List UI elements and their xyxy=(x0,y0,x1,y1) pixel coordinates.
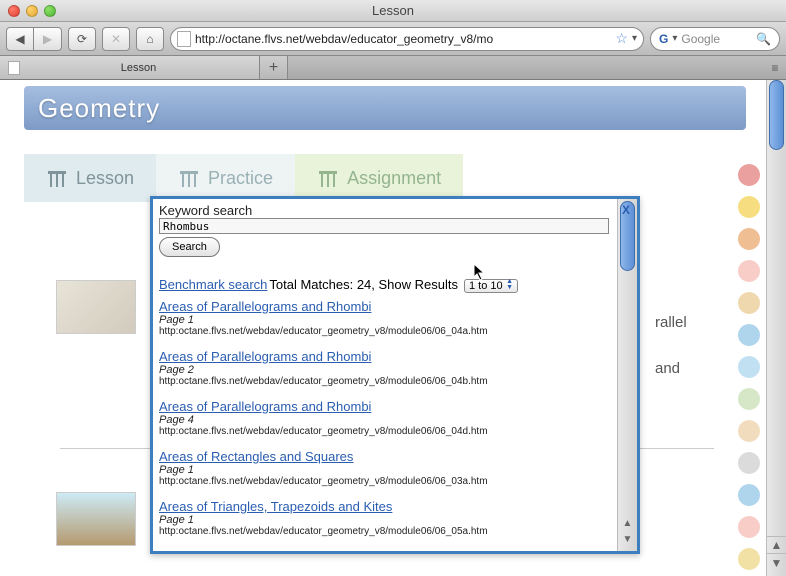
course-title: Geometry xyxy=(38,93,160,124)
content-thumbnail xyxy=(56,280,136,334)
side-icon[interactable] xyxy=(738,324,760,346)
search-result: Areas of Rectangles and Squares Page 1 h… xyxy=(159,449,587,487)
browser-toolbar: ◀ ▶ ⟳ ✕ ⌂ http://octane.flvs.net/webdav/… xyxy=(0,22,786,56)
url-bar[interactable]: http://octane.flvs.net/webdav/educator_g… xyxy=(170,27,644,51)
content-text-fragment: and xyxy=(655,360,680,377)
window-title: Lesson xyxy=(372,3,414,18)
close-popup-button[interactable]: X xyxy=(617,201,635,219)
tab-assignment-subtab[interactable]: Assignment xyxy=(295,154,463,202)
side-icon[interactable] xyxy=(738,388,760,410)
close-window-button[interactable] xyxy=(8,5,20,17)
search-engine-dropdown-icon[interactable]: ▾ xyxy=(672,33,677,44)
keyword-input[interactable] xyxy=(159,218,609,234)
column-icon xyxy=(46,167,68,189)
result-page: Page 2 xyxy=(159,364,587,376)
side-icon[interactable] xyxy=(738,452,760,474)
url-text: http://octane.flvs.net/webdav/educator_g… xyxy=(195,32,611,46)
search-placeholder: Google xyxy=(681,32,752,46)
result-title-link[interactable]: Areas of Triangles, Trapezoids and Kites xyxy=(159,499,392,514)
search-icon[interactable]: 🔍 xyxy=(756,32,771,46)
tab-label: Assignment xyxy=(347,168,441,189)
tab-label: Practice xyxy=(208,168,273,189)
result-url: http:octane.flvs.net/webdav/educator_geo… xyxy=(159,426,587,437)
scroll-up-arrow-icon[interactable]: ▲ xyxy=(767,536,786,554)
side-icon-strip xyxy=(736,164,762,576)
tab-title: Lesson xyxy=(26,62,251,74)
side-icon[interactable] xyxy=(738,196,760,218)
page-scrollbar[interactable]: ▲ ▼ xyxy=(766,80,786,576)
result-url: http:octane.flvs.net/webdav/educator_geo… xyxy=(159,326,587,337)
result-page: Page 1 xyxy=(159,514,587,526)
keyword-search-popup: Keyword search Search Benchmark search T… xyxy=(150,196,640,554)
result-title-link[interactable]: Areas of Rectangles and Squares xyxy=(159,449,353,464)
window-titlebar: Lesson xyxy=(0,0,786,22)
forward-button[interactable]: ▶ xyxy=(34,27,62,51)
result-title-link[interactable]: Areas of Parallelograms and Rhombi xyxy=(159,299,371,314)
tab-bar: Lesson + ≡ xyxy=(0,56,786,80)
url-dropdown-icon[interactable]: ▾ xyxy=(632,33,637,44)
minimize-window-button[interactable] xyxy=(26,5,38,17)
result-url: http:octane.flvs.net/webdav/educator_geo… xyxy=(159,376,587,387)
keyword-search-label: Keyword search xyxy=(159,203,609,218)
reload-button[interactable]: ⟳ xyxy=(68,27,96,51)
side-icon[interactable] xyxy=(738,164,760,186)
result-url: http:octane.flvs.net/webdav/educator_geo… xyxy=(159,476,587,487)
chevron-right-icon: ▶ xyxy=(43,32,52,46)
chevron-left-icon: ◀ xyxy=(15,32,24,46)
search-results-list: Areas of Parallelograms and Rhombi Page … xyxy=(159,299,587,547)
result-page: Page 1 xyxy=(159,314,587,326)
result-page: Page 4 xyxy=(159,414,587,426)
bookmark-star-icon[interactable]: ☆ xyxy=(615,30,628,47)
benchmark-search-link[interactable]: Benchmark search xyxy=(159,277,267,292)
column-icon xyxy=(178,167,200,189)
reload-icon: ⟳ xyxy=(77,32,87,46)
scrollbar-thumb[interactable] xyxy=(769,80,784,150)
back-button[interactable]: ◀ xyxy=(6,27,34,51)
result-page: Page 1 xyxy=(159,464,587,476)
new-tab-button[interactable]: + xyxy=(260,56,288,79)
search-button[interactable]: Search xyxy=(159,237,220,257)
page-icon xyxy=(8,61,20,75)
result-url: http:octane.flvs.net/webdav/educator_geo… xyxy=(159,526,587,537)
side-icon[interactable] xyxy=(738,420,760,442)
stop-button[interactable]: ✕ xyxy=(102,27,130,51)
tab-lesson-subtab[interactable]: Lesson xyxy=(24,154,156,202)
column-icon xyxy=(317,167,339,189)
search-result: Areas of Parallelograms and Rhombi Page … xyxy=(159,399,587,437)
search-bar[interactable]: G ▾ Google 🔍 xyxy=(650,27,780,51)
lesson-tabs: Lesson Practice Assignment xyxy=(24,154,746,202)
side-icon[interactable] xyxy=(738,356,760,378)
tab-overflow-button[interactable]: ≡ xyxy=(764,56,786,79)
select-stepper-icon[interactable]: ▲▼ xyxy=(504,278,516,292)
side-icon[interactable] xyxy=(738,516,760,538)
scroll-up-arrow-icon[interactable]: ▲ xyxy=(618,518,637,529)
search-result: Areas of Parallelograms and Rhombi Page … xyxy=(159,299,587,337)
side-icon[interactable] xyxy=(738,292,760,314)
search-result: Areas of Triangles, Trapezoids and Kites… xyxy=(159,499,587,537)
tab-practice-subtab[interactable]: Practice xyxy=(156,154,295,202)
side-icon[interactable] xyxy=(738,260,760,282)
content-thumbnail xyxy=(56,492,136,546)
tab-label: Lesson xyxy=(76,168,134,189)
content-text-fragment: rallel xyxy=(655,314,687,331)
google-logo-icon: G xyxy=(659,32,668,46)
result-title-link[interactable]: Areas of Parallelograms and Rhombi xyxy=(159,349,371,364)
home-button[interactable]: ⌂ xyxy=(136,27,164,51)
side-icon[interactable] xyxy=(738,228,760,250)
search-result: Areas of Parallelograms and Rhombi Page … xyxy=(159,349,587,387)
tab-lesson[interactable]: Lesson xyxy=(0,56,260,79)
course-banner: Geometry xyxy=(24,86,746,130)
total-matches-text: Total Matches: 24, Show Results xyxy=(269,277,458,292)
side-icon[interactable] xyxy=(738,484,760,506)
scroll-down-arrow-icon[interactable]: ▼ xyxy=(767,554,786,572)
page-icon xyxy=(177,31,191,47)
scroll-down-arrow-icon[interactable]: ▼ xyxy=(618,534,637,545)
side-icon[interactable] xyxy=(738,548,760,570)
result-title-link[interactable]: Areas of Parallelograms and Rhombi xyxy=(159,399,371,414)
popup-scrollbar[interactable]: X ▲ ▼ xyxy=(617,199,637,551)
home-icon: ⌂ xyxy=(146,32,153,46)
zoom-window-button[interactable] xyxy=(44,5,56,17)
stop-icon: ✕ xyxy=(111,32,121,46)
